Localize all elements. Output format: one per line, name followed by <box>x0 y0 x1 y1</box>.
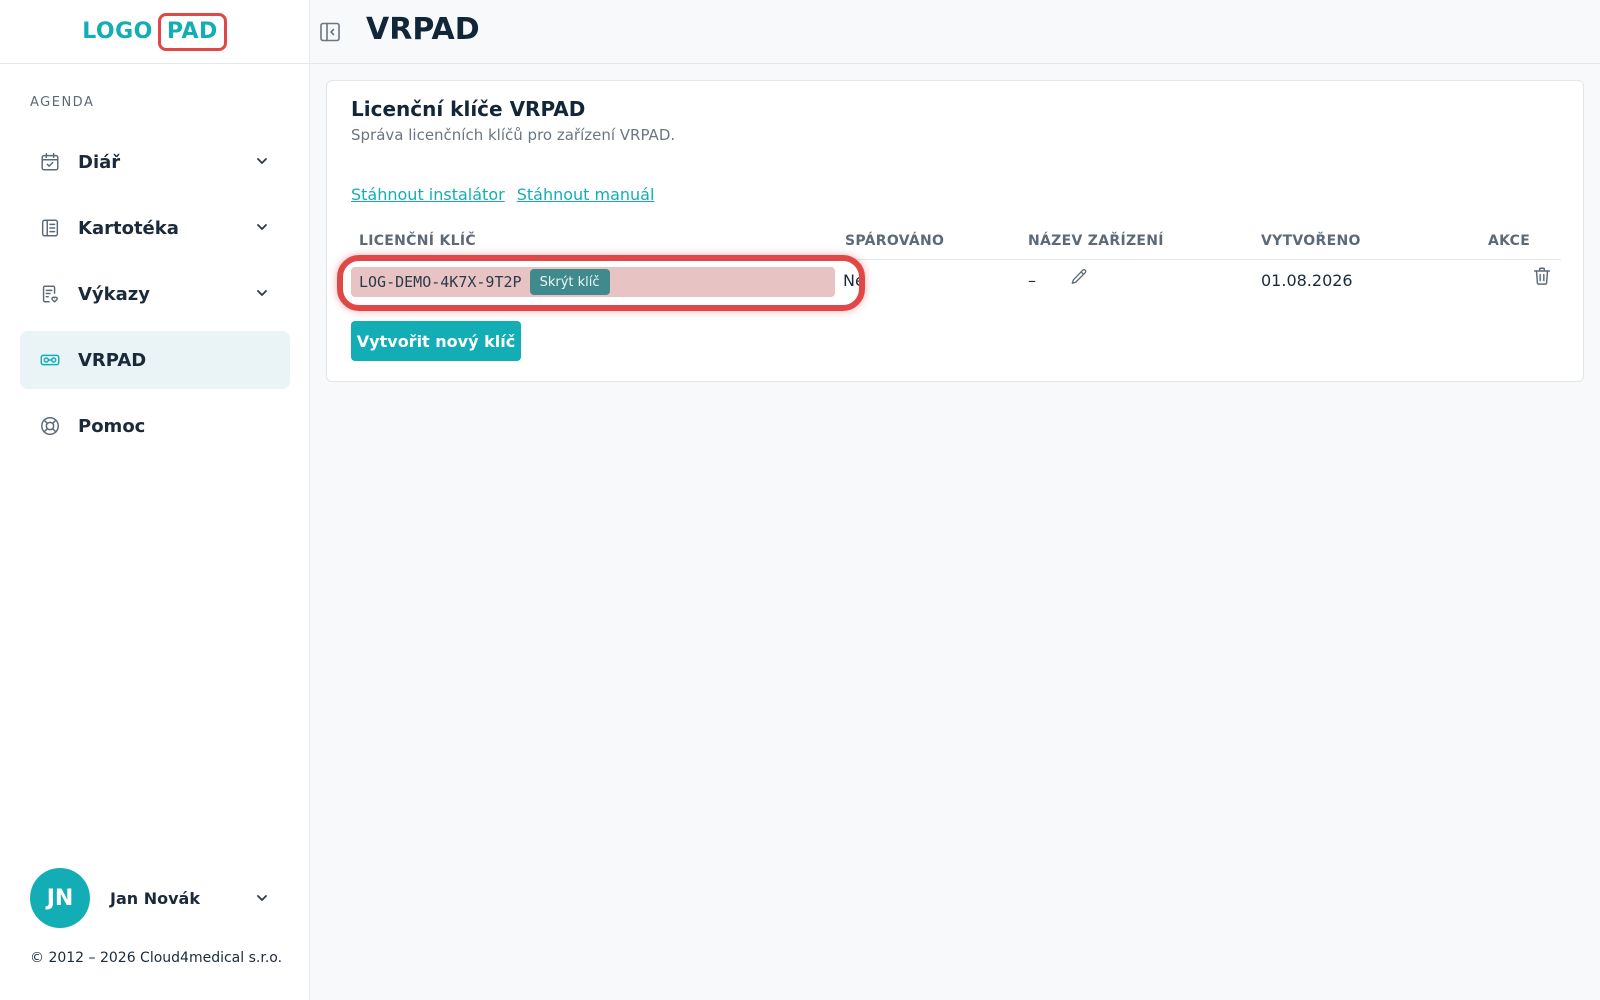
sidebar-item-diar[interactable]: Diář <box>20 133 290 191</box>
logo-text-secondary: PAD <box>157 12 227 51</box>
column-header-created: VYTVOŘENO <box>1261 233 1361 249</box>
key-highlight-annotation <box>337 255 865 311</box>
pencil-icon[interactable] <box>1069 267 1089 287</box>
sidebar-item-label: Diář <box>78 151 121 173</box>
column-header-key: LICENČNÍ KLÍČ <box>359 233 476 249</box>
chevron-down-icon[interactable] <box>254 153 270 169</box>
header-divider <box>310 63 1600 64</box>
column-header-paired: SPÁROVÁNO <box>845 233 945 249</box>
device-name-value: – <box>1028 271 1036 290</box>
collapse-sidebar-icon[interactable] <box>318 20 342 44</box>
created-date-value: 01.08.2026 <box>1261 271 1353 290</box>
sidebar-item-label: Kartotéka <box>78 217 179 239</box>
sidebar-item-vykazy[interactable]: Výkazy <box>20 265 290 323</box>
user-name: Jan Novák <box>110 888 200 908</box>
trash-icon[interactable] <box>1531 265 1553 287</box>
report-icon <box>38 282 62 306</box>
sidebar-item-label: Výkazy <box>78 283 150 305</box>
vr-headset-icon <box>38 348 62 372</box>
chevron-down-icon[interactable] <box>254 890 270 906</box>
license-keys-card: Licenční klíče VRPAD Správa licenčních k… <box>326 80 1584 382</box>
column-header-actions: AKCE <box>1488 233 1531 249</box>
copyright-text: © 2012 – 2026 Cloud4medical s.r.o. <box>30 950 283 966</box>
logo-area: LOGO PAD <box>0 0 309 64</box>
sidebar-item-vrpad[interactable]: VRPAD <box>20 331 290 389</box>
user-menu[interactable]: JN Jan Novák <box>30 868 270 928</box>
logo-text-primary: LOGO <box>82 19 153 44</box>
download-links: Stáhnout instalátor Stáhnout manuál <box>351 185 654 204</box>
sidebar-nav: Diář Kartotéka Výkazy VRPAD Pomoc <box>20 133 290 463</box>
logo[interactable]: LOGO PAD <box>82 12 227 51</box>
sidebar: LOGO PAD AGENDA Diář Kartotéka Výkazy VR… <box>0 0 310 1000</box>
sidebar-item-label: VRPAD <box>78 349 147 371</box>
sidebar-item-label: Pomoc <box>78 415 146 437</box>
lifebuoy-icon <box>38 414 62 438</box>
sidebar-item-pomoc[interactable]: Pomoc <box>20 397 290 455</box>
download-manual-link[interactable]: Stáhnout manuál <box>517 185 655 204</box>
card-subtitle: Správa licenčních klíčů pro zařízení VRP… <box>351 126 676 144</box>
page-title: VRPAD <box>366 12 480 47</box>
column-header-device: NÁZEV ZAŘÍZENÍ <box>1028 233 1164 249</box>
card-title: Licenční klíče VRPAD <box>351 97 586 121</box>
download-installer-link[interactable]: Stáhnout instalátor <box>351 185 505 204</box>
chevron-down-icon[interactable] <box>254 285 270 301</box>
calendar-check-icon <box>38 150 62 174</box>
avatar: JN <box>30 868 90 928</box>
create-key-button[interactable]: Vytvořit nový klíč <box>351 321 521 361</box>
chevron-down-icon[interactable] <box>254 219 270 235</box>
card-file-icon <box>38 216 62 240</box>
sidebar-item-kartoteka[interactable]: Kartotéka <box>20 199 290 257</box>
nav-section-label: AGENDA <box>30 95 95 110</box>
